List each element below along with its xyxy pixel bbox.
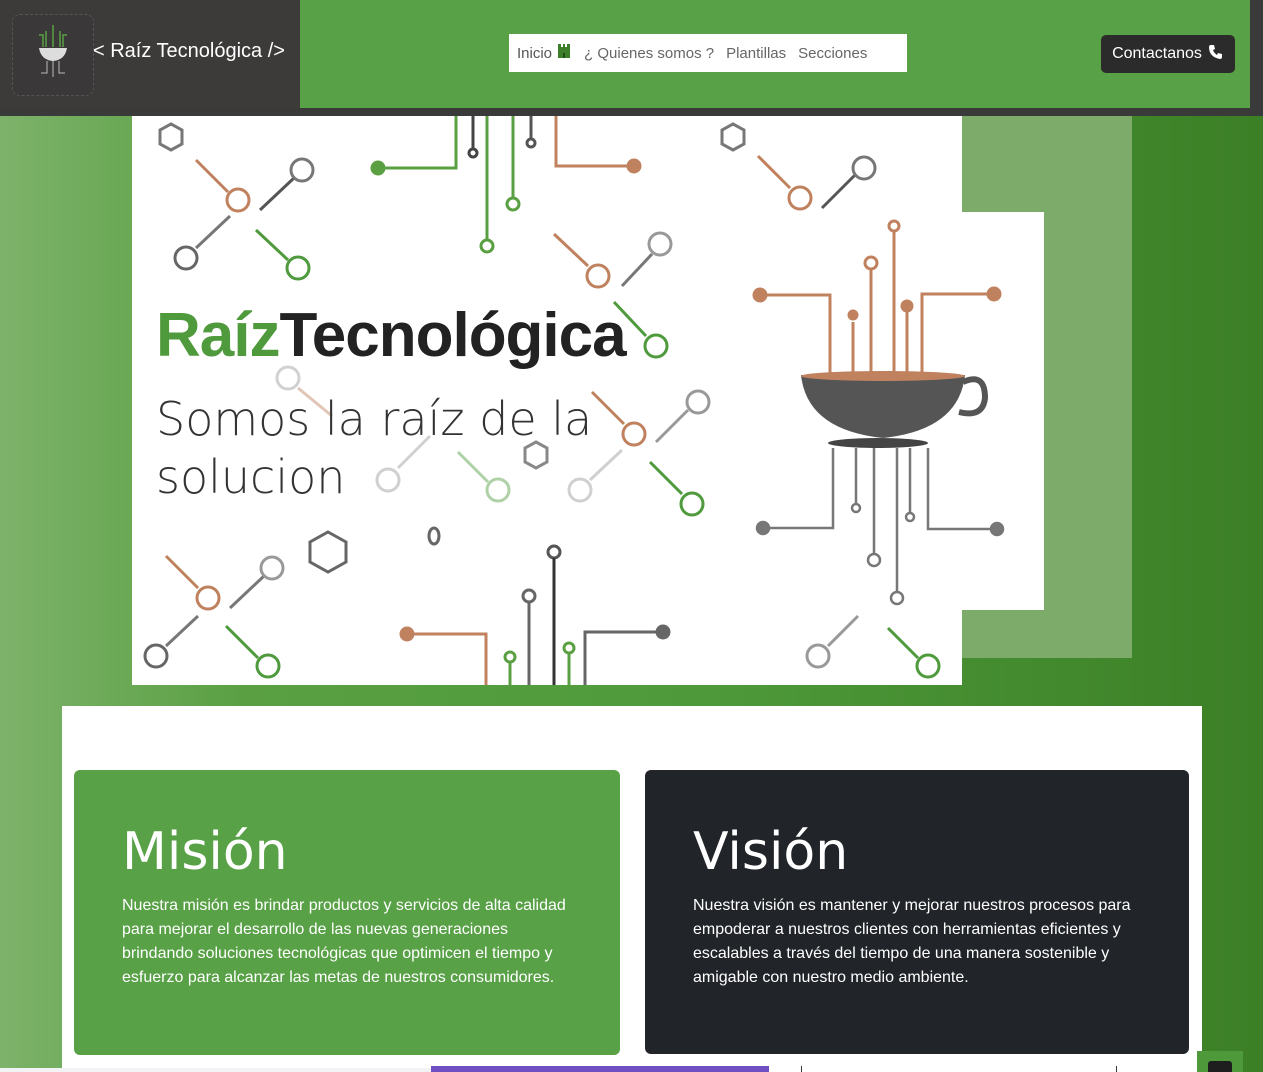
brand-title: < Raíz Tecnológica />	[93, 40, 285, 62]
contact-button[interactable]: Contactanos	[1101, 35, 1235, 73]
brand-area[interactable]: < Raíz Tecnológica />	[0, 0, 300, 108]
hero-title: RaízTecnológica	[156, 300, 627, 371]
site-header: < Raíz Tecnológica /> Inicio ¿ Quienes s…	[0, 0, 1263, 116]
mision-card: Misión Nuestra misión es brindar product…	[74, 770, 620, 1055]
arrow-up-icon	[1208, 1061, 1232, 1072]
phone-icon	[1208, 44, 1224, 65]
next-section-accent	[431, 1066, 769, 1072]
logo	[12, 14, 94, 96]
mision-title: Misión	[122, 822, 288, 882]
hero-logo	[733, 212, 1044, 610]
scroll-top-button[interactable]	[1197, 1051, 1243, 1072]
nav-secciones[interactable]: Secciones	[798, 45, 867, 62]
mision-text: Nuestra misión es brindar productos y se…	[122, 897, 566, 986]
nav-inicio-label: Inicio	[517, 44, 553, 62]
vision-card: Visión Nuestra visión es mantener y mejo…	[645, 770, 1189, 1054]
nav-inicio[interactable]: Inicio	[517, 43, 572, 63]
contact-label: Contactanos	[1112, 45, 1202, 62]
main-nav: Inicio ¿ Quienes somos ? Plantillas Secc…	[509, 34, 907, 72]
castle-icon	[556, 43, 572, 63]
hero-title-raiz: Raíz	[156, 301, 280, 370]
hero-subtitle: Somos la raíz de la solucion	[156, 392, 593, 504]
divider-line	[1116, 1066, 1117, 1072]
vision-text: Nuestra visión es mantener y mejorar nue…	[693, 897, 1131, 986]
nav-plantillas[interactable]: Plantillas	[726, 45, 786, 62]
next-section-edge	[0, 1068, 431, 1072]
nav-quienes-somos[interactable]: ¿ Quienes somos ?	[584, 45, 714, 62]
hero-title-tecnologica: Tecnológica	[279, 301, 626, 370]
divider-line	[801, 1066, 802, 1072]
vision-title: Visión	[693, 822, 849, 882]
